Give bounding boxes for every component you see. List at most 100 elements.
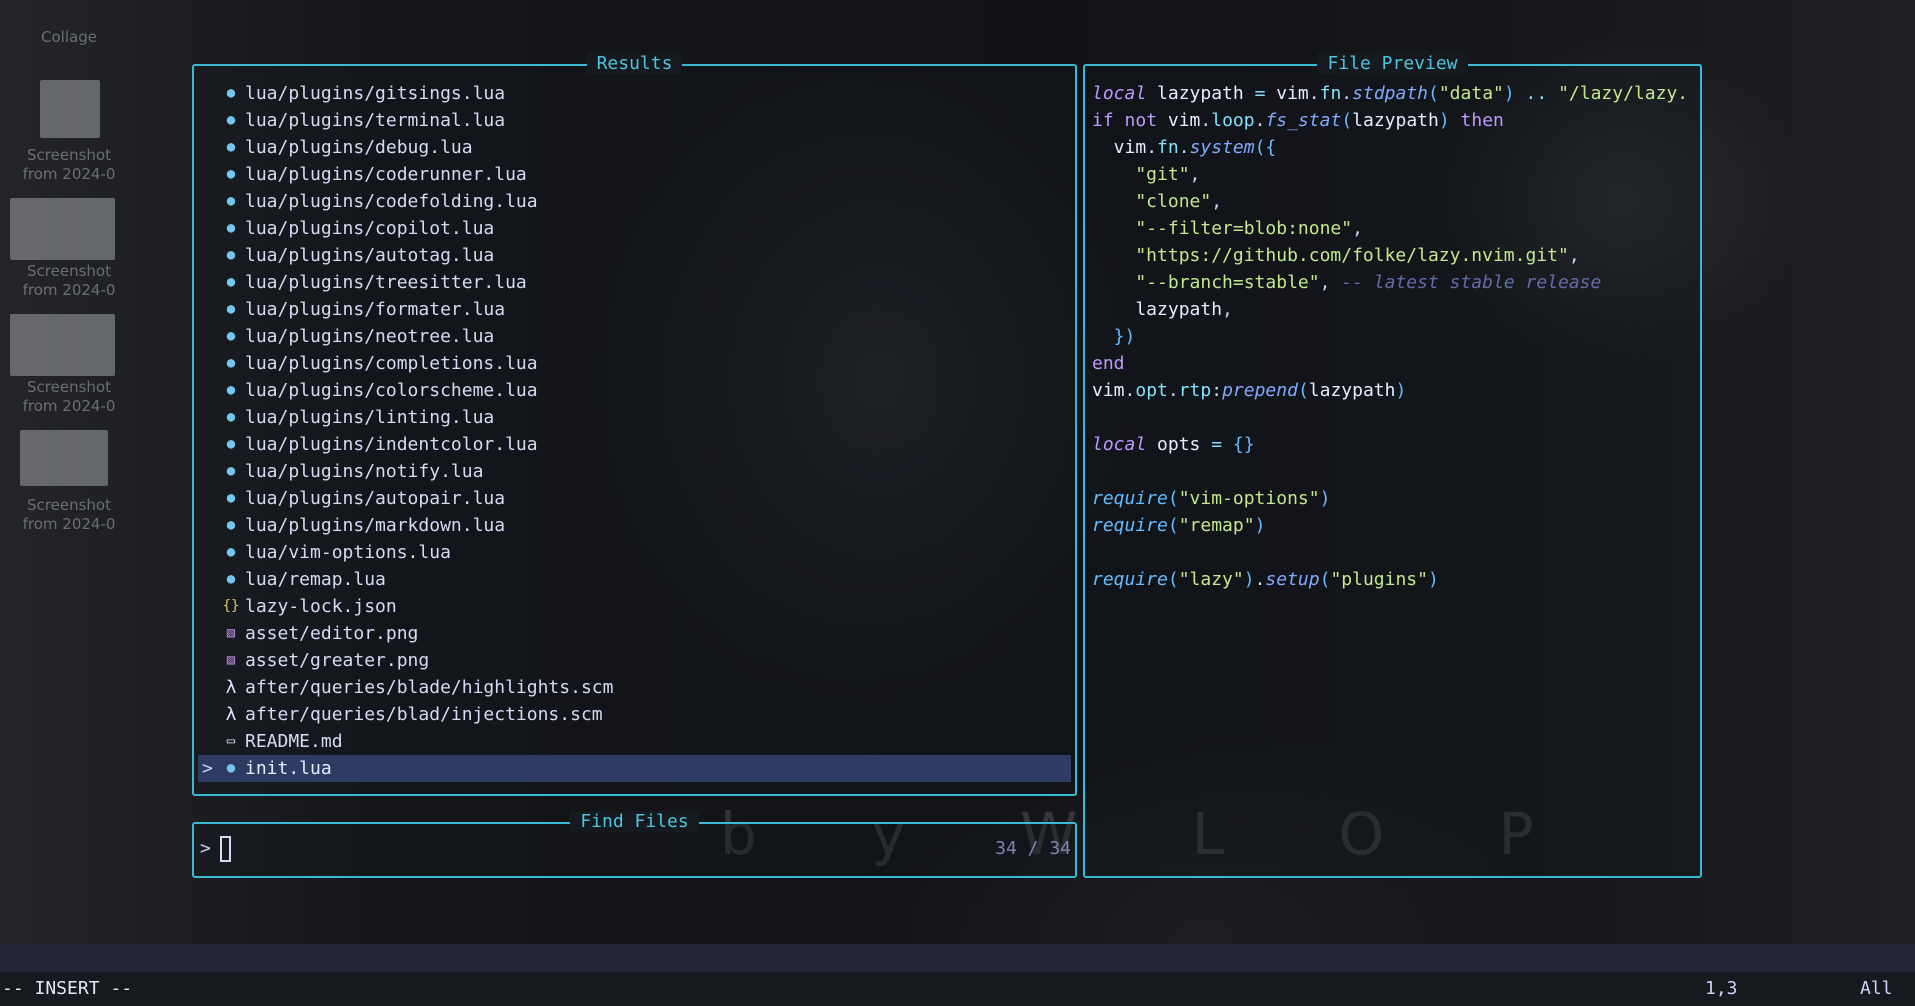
code-token: "git" <box>1092 164 1190 185</box>
result-item-filename: lua/remap.lua <box>245 569 386 590</box>
result-item[interactable]: ● lua/plugins/completions.lua <box>198 350 1071 377</box>
result-item-filename: lua/plugins/autotag.lua <box>245 245 495 266</box>
file-preview-title: File Preview <box>1085 53 1700 74</box>
result-item[interactable]: {} lazy-lock.json <box>198 593 1071 620</box>
desktop-label-collage[interactable]: Collage <box>4 28 134 47</box>
code-token: if <box>1092 110 1114 131</box>
desktop-screenshot-thumbnail[interactable] <box>10 198 115 260</box>
desktop-label-screenshot[interactable]: Screenshot from 2024-0 <box>4 496 134 534</box>
code-token: . <box>1146 137 1158 158</box>
result-count: 34 / 34 <box>995 838 1071 859</box>
result-item-filename: lua/plugins/linting.lua <box>245 407 495 428</box>
code-line: end <box>1092 350 1694 377</box>
code-token: ( <box>1167 515 1179 536</box>
code-token: , <box>1568 245 1580 266</box>
code-line: if not vim.loop.fs_stat(lazypath) then <box>1092 107 1694 134</box>
result-item[interactable]: ● lua/plugins/formater.lua <box>198 296 1071 323</box>
code-line: }) <box>1092 323 1694 350</box>
result-item-filename: lua/plugins/colorscheme.lua <box>245 380 538 401</box>
result-item[interactable]: ▨ asset/greater.png <box>198 647 1071 674</box>
result-item[interactable]: ● lua/plugins/coderunner.lua <box>198 161 1071 188</box>
desktop-label-screenshot[interactable]: Screenshot from 2024-0 <box>4 378 134 416</box>
desktop-screenshot-thumbnail[interactable] <box>20 430 108 486</box>
result-item[interactable]: ● lua/plugins/copilot.lua <box>198 215 1071 242</box>
desktop-label-screenshot[interactable]: Screenshot from 2024-0 <box>4 262 134 300</box>
result-item[interactable]: ● lua/vim-options.lua <box>198 539 1071 566</box>
code-line: "git", <box>1092 161 1694 188</box>
result-item-filename: lua/plugins/neotree.lua <box>245 326 495 347</box>
result-item[interactable]: ● lua/plugins/codefolding.lua <box>198 188 1071 215</box>
result-item[interactable]: λ after/queries/blad/injections.scm <box>198 701 1071 728</box>
code-token: . <box>1200 110 1212 131</box>
result-item[interactable]: ▨ asset/editor.png <box>198 620 1071 647</box>
code-line: "--filter=blob:none", <box>1092 215 1694 242</box>
code-token: ( <box>1341 110 1353 131</box>
result-item-filename: lua/plugins/coderunner.lua <box>245 164 527 185</box>
result-item[interactable]: ● lua/plugins/treesitter.lua <box>198 269 1071 296</box>
code-token: "clone" <box>1092 191 1212 212</box>
selection-caret: > <box>202 758 213 779</box>
result-item-filename: lua/plugins/copilot.lua <box>245 218 495 239</box>
code-token: . <box>1341 83 1353 104</box>
code-token: ) <box>1319 488 1331 509</box>
code-token: vim <box>1157 110 1201 131</box>
desktop-file-thumbnail[interactable] <box>40 80 100 138</box>
file-preview-panel[interactable]: File Preview local lazypath = vim.fn.std… <box>1083 53 1702 878</box>
code-token: : <box>1211 380 1223 401</box>
code-token: ( <box>1167 488 1179 509</box>
result-item[interactable]: ● lua/remap.lua <box>198 566 1071 593</box>
code-token: ( <box>1319 569 1331 590</box>
code-token: fn <box>1319 83 1342 104</box>
code-token: , <box>1319 272 1331 293</box>
code-token: .. <box>1514 83 1548 104</box>
result-item[interactable]: ● lua/plugins/debug.lua <box>198 134 1071 161</box>
result-item[interactable]: ▭ README.md <box>198 728 1071 755</box>
result-item[interactable]: ● lua/plugins/colorscheme.lua <box>198 377 1071 404</box>
code-token: fs_stat <box>1265 110 1342 131</box>
json-icon: {} <box>222 598 240 614</box>
scroll-position: All <box>1860 978 1893 999</box>
find-files-title: Find Files <box>194 811 1075 832</box>
code-token: = <box>1211 434 1223 455</box>
code-token: local <box>1092 83 1147 104</box>
code-token: "https://github.com/folke/lazy.nvim.git" <box>1092 245 1569 266</box>
code-line: require("remap") <box>1092 512 1694 539</box>
code-token: . <box>1178 137 1190 158</box>
code-token: , <box>1222 299 1233 320</box>
result-item-filename: lua/plugins/autopair.lua <box>245 488 506 509</box>
result-item[interactable]: ● lua/plugins/markdown.lua <box>198 512 1071 539</box>
search-input[interactable] <box>220 836 231 862</box>
result-item[interactable]: ● lua/plugins/gitsings.lua <box>198 80 1071 107</box>
code-token: = <box>1254 83 1266 104</box>
lua-icon: ● <box>226 436 236 452</box>
code-token: lazypath <box>1146 83 1255 104</box>
lua-icon: ● <box>226 409 236 425</box>
result-item[interactable]: ● lua/plugins/indentcolor.lua <box>198 431 1071 458</box>
result-item[interactable]: ● lua/plugins/terminal.lua <box>198 107 1071 134</box>
lua-icon: ● <box>226 571 236 587</box>
results-list[interactable]: ● lua/plugins/gitsings.lua ● lua/plugins/te… <box>198 80 1071 782</box>
code-token: . <box>1308 83 1320 104</box>
result-item[interactable]: ● lua/plugins/autotag.lua <box>198 242 1071 269</box>
code-token: vim <box>1092 137 1147 158</box>
result-item[interactable]: λ after/queries/blade/highlights.scm <box>198 674 1071 701</box>
command-line: -- INSERT -- 1,3 All <box>0 972 1915 1006</box>
desktop-label-screenshot[interactable]: Screenshot from 2024-0 <box>4 146 134 184</box>
results-panel[interactable]: Results ● lua/plugins/gitsings.lua ● lua/pl… <box>192 53 1077 796</box>
code-token: ) <box>1243 569 1255 590</box>
result-item[interactable]: ● lua/plugins/neotree.lua <box>198 323 1071 350</box>
code-token: ( <box>1428 83 1439 104</box>
code-line: vim.fn.system({ <box>1092 134 1694 161</box>
code-token: lazypath <box>1092 299 1223 320</box>
code-token: system <box>1189 137 1255 158</box>
desktop-screenshot-thumbnail[interactable] <box>10 314 115 376</box>
result-item[interactable]: ● lua/plugins/notify.lua <box>198 458 1071 485</box>
result-item[interactable]: ● lua/plugins/autopair.lua <box>198 485 1071 512</box>
code-token: "--filter=blob:none" <box>1092 218 1353 239</box>
code-token: }) <box>1092 326 1136 347</box>
find-files-prompt[interactable]: Find Files > 34 / 34 <box>192 811 1077 878</box>
result-item[interactable]: ● lua/plugins/linting.lua <box>198 404 1071 431</box>
result-item-selected[interactable]: > ● init.lua <box>198 755 1071 782</box>
code-token: "data" <box>1438 83 1504 104</box>
